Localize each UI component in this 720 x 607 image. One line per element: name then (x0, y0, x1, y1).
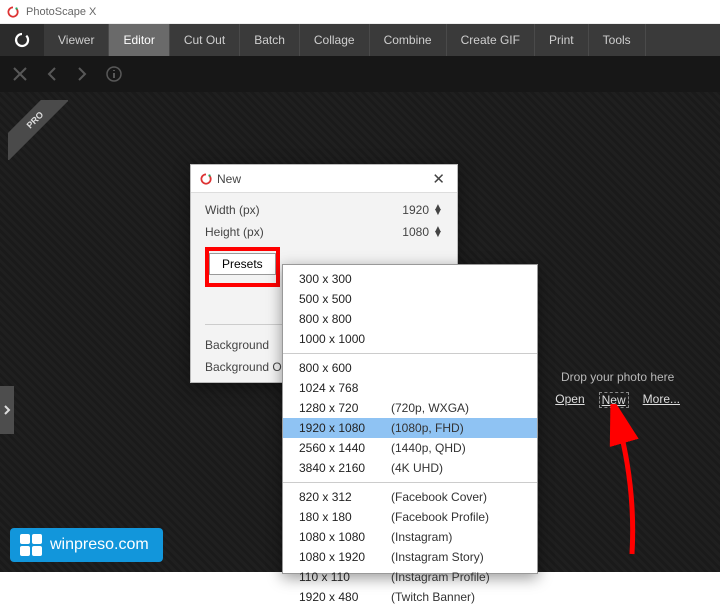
editor-toolbar (0, 56, 720, 92)
open-link[interactable]: Open (555, 392, 584, 408)
preset-note: (4K UHD) (391, 461, 443, 475)
preset-note: (Instagram Story) (391, 550, 484, 564)
width-label: Width (px) (205, 203, 377, 217)
width-input[interactable]: 1920 (377, 203, 433, 217)
watermark-badge: winpreso.com (10, 528, 163, 562)
preset-item[interactable]: 800 x 600 (283, 358, 537, 378)
preset-note: (Facebook Cover) (391, 490, 487, 504)
pro-ribbon: PRO (8, 100, 68, 160)
tab-cutout[interactable]: Cut Out (170, 24, 240, 56)
dropdown-separator (283, 353, 537, 354)
drop-hint: Drop your photo here Open New More... (555, 370, 680, 408)
preset-dimensions: 180 x 180 (299, 510, 391, 524)
app-logo-icon (6, 5, 20, 19)
preset-note: (Twitch Banner) (391, 590, 475, 604)
preset-item[interactable]: 1080 x 1920(Instagram Story) (283, 547, 537, 567)
preset-item[interactable]: 800 x 800 (283, 309, 537, 329)
annotation-highlight: Presets (205, 247, 280, 287)
tab-viewer[interactable]: Viewer (44, 24, 109, 56)
new-link[interactable]: New (599, 392, 629, 408)
preset-item[interactable]: 180 x 180(Facebook Profile) (283, 507, 537, 527)
tab-combine[interactable]: Combine (370, 24, 447, 56)
preset-item[interactable]: 1000 x 1000 (283, 329, 537, 349)
preset-note: (1080p, FHD) (391, 421, 464, 435)
tab-batch[interactable]: Batch (240, 24, 300, 56)
preset-dimensions: 820 x 312 (299, 490, 391, 504)
sidebar-expand-handle[interactable] (0, 386, 14, 434)
height-input[interactable]: 1080 (377, 225, 433, 239)
nav-back-icon[interactable] (46, 66, 58, 82)
watermark-text: winpreso.com (50, 536, 149, 554)
preset-dimensions: 800 x 800 (299, 312, 391, 326)
preset-dimensions: 110 x 110 (299, 570, 391, 584)
preset-item[interactable]: 820 x 312(Facebook Cover) (283, 487, 537, 507)
main-tabbar: Viewer Editor Cut Out Batch Collage Comb… (0, 24, 720, 56)
dialog-title: New (217, 172, 241, 186)
preset-dimensions: 1024 x 768 (299, 381, 391, 395)
nav-forward-icon[interactable] (76, 66, 88, 82)
drop-hint-text: Drop your photo here (555, 370, 680, 384)
preset-item[interactable]: 500 x 500 (283, 289, 537, 309)
presets-dropdown: 300 x 300 500 x 500 800 x 800 1000 x 1000 80… (282, 264, 538, 574)
width-spinner[interactable]: ▲▼ (433, 205, 443, 215)
app-logo-icon (13, 31, 31, 49)
more-link[interactable]: More... (643, 392, 680, 408)
close-icon[interactable] (12, 66, 28, 82)
preset-item[interactable]: 1024 x 768 (283, 378, 537, 398)
preset-dimensions: 1920 x 480 (299, 590, 391, 604)
preset-note: (Instagram Profile) (391, 570, 490, 584)
windows-icon (20, 534, 42, 556)
info-icon[interactable] (106, 66, 122, 82)
preset-dimensions: 1080 x 1080 (299, 530, 391, 544)
dropdown-separator (283, 482, 537, 483)
height-label: Height (px) (205, 225, 377, 239)
height-spinner[interactable]: ▲▼ (433, 227, 443, 237)
preset-note: (Instagram) (391, 530, 452, 544)
preset-dimensions: 2560 x 1440 (299, 441, 391, 455)
preset-dimensions: 1080 x 1920 (299, 550, 391, 564)
preset-item[interactable]: 1280 x 720(720p, WXGA) (283, 398, 537, 418)
dialog-close-button[interactable]: ✕ (428, 170, 449, 188)
preset-note: (720p, WXGA) (391, 401, 469, 415)
preset-dimensions: 1920 x 1080 (299, 421, 391, 435)
preset-dimensions: 500 x 500 (299, 292, 391, 306)
preset-item[interactable]: 2560 x 1440(1440p, QHD) (283, 438, 537, 458)
app-logo-icon (199, 172, 213, 186)
preset-item[interactable]: 3840 x 2160(4K UHD) (283, 458, 537, 478)
preset-dimensions: 800 x 600 (299, 361, 391, 375)
preset-item[interactable]: 1920 x 480(Twitch Banner) (283, 587, 537, 607)
preset-note: (1440p, QHD) (391, 441, 466, 455)
home-tab[interactable] (0, 24, 44, 56)
tab-creategif[interactable]: Create GIF (447, 24, 535, 56)
preset-dimensions: 300 x 300 (299, 272, 391, 286)
preset-dimensions: 1000 x 1000 (299, 332, 391, 346)
preset-item[interactable]: 300 x 300 (283, 269, 537, 289)
preset-item[interactable]: 1080 x 1080(Instagram) (283, 527, 537, 547)
preset-note: (Facebook Profile) (391, 510, 489, 524)
chevron-right-icon (3, 405, 11, 415)
tab-editor[interactable]: Editor (109, 24, 169, 56)
app-title: PhotoScape X (26, 6, 96, 18)
window-titlebar: PhotoScape X (0, 0, 720, 24)
presets-button[interactable]: Presets (209, 253, 276, 275)
tab-print[interactable]: Print (535, 24, 589, 56)
tab-tools[interactable]: Tools (589, 24, 646, 56)
dialog-header[interactable]: New ✕ (191, 165, 457, 193)
drop-links: Open New More... (555, 392, 680, 408)
preset-item[interactable]: 1920 x 1080(1080p, FHD) (283, 418, 537, 438)
preset-dimensions: 1280 x 720 (299, 401, 391, 415)
tab-collage[interactable]: Collage (300, 24, 370, 56)
preset-item[interactable]: 110 x 110(Instagram Profile) (283, 567, 537, 587)
preset-dimensions: 3840 x 2160 (299, 461, 391, 475)
